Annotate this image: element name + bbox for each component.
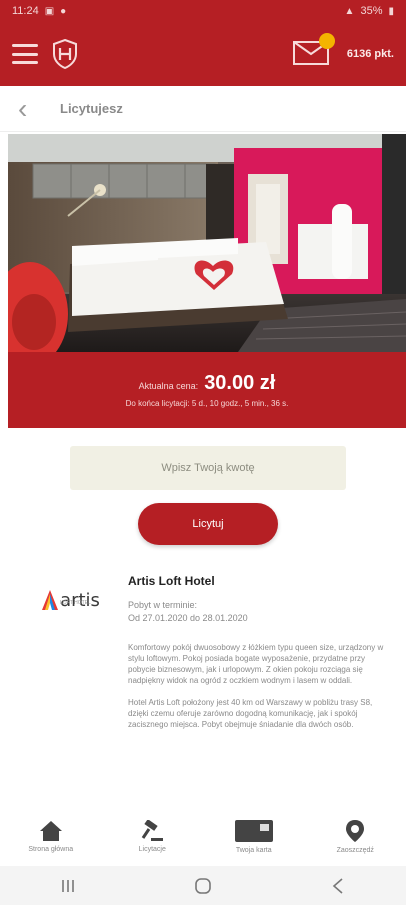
- status-bar: 11:24 ▣ ● ▲ 35% ▮: [0, 0, 406, 22]
- page-title: Licytujesz: [60, 101, 123, 116]
- auction-price-band: Aktualna cena: 30.00 zł Do końca licytac…: [8, 352, 406, 428]
- hamburger-menu-icon[interactable]: [12, 44, 38, 64]
- description-paragraph: Komfortowy pokój dwuosobowy z łóżkiem ty…: [128, 643, 384, 685]
- notification-icon: ●: [60, 5, 67, 17]
- hotel-name: Artis Loft Hotel: [128, 574, 215, 588]
- subheader: ‹ Licytujesz: [0, 86, 406, 132]
- back-chevron-icon[interactable]: ‹: [18, 94, 42, 123]
- current-price: 30.00 zł: [204, 372, 276, 394]
- messages-button[interactable]: [292, 33, 335, 67]
- bid-amount-input[interactable]: [70, 446, 346, 490]
- price-line: Aktualna cena: 30.00 zł: [139, 372, 276, 395]
- back-arrow-icon[interactable]: [308, 871, 368, 901]
- gallery-icon: ▣: [44, 5, 55, 17]
- battery-percent: 35%: [360, 5, 383, 17]
- app-bar: 6136 pkt.: [0, 22, 406, 86]
- recent-apps-icon[interactable]: [38, 871, 98, 901]
- status-right: ▲ 35% ▮: [345, 5, 394, 17]
- hotel-room-photo: [8, 134, 406, 352]
- app-logo-shield-icon: [53, 39, 77, 69]
- nav-item-save[interactable]: Zaoszczędź: [310, 819, 400, 854]
- nav-item-home[interactable]: Strona główna: [6, 820, 96, 853]
- stay-label: Pobyt w terminie:: [128, 600, 198, 610]
- battery-icon: ▮: [388, 5, 394, 17]
- nav-item-auctions[interactable]: Licytacje: [107, 819, 197, 853]
- auction-countdown: Do końca licytacji: 5 d., 10 godz., 5 mi…: [125, 399, 289, 408]
- stay-dates: Od 27.01.2020 do 28.01.2020: [128, 613, 248, 623]
- nav-label: Twoja karta: [235, 846, 272, 854]
- status-left: 11:24 ▣ ●: [12, 5, 66, 17]
- hotel-logo-mark-icon: [42, 590, 59, 610]
- nav-label: Licytacje: [138, 845, 166, 853]
- hotel-description: Komfortowy pokój dwuosobowy z łóżkiem ty…: [128, 642, 390, 741]
- nav-label: Strona główna: [28, 845, 74, 853]
- price-label: Aktualna cena:: [138, 381, 199, 391]
- description-paragraph: Hotel Artis Loft położony jest 40 km od …: [128, 698, 373, 729]
- status-time: 11:24: [12, 5, 39, 17]
- signal-icon: ▲: [344, 5, 355, 17]
- hotel-logo-subtext: LOFT HOTEL: [60, 600, 91, 606]
- card-icon: [234, 819, 273, 842]
- home-icon: [39, 820, 62, 841]
- gavel-icon: [142, 819, 164, 841]
- nav-item-card[interactable]: Twoja karta: [209, 819, 299, 854]
- nav-label: Zaoszczędź: [336, 846, 374, 854]
- bid-button[interactable]: Licytuj: [138, 503, 278, 545]
- points-balance: 6136 pkt.: [346, 48, 394, 60]
- location-pin-icon: [346, 819, 365, 842]
- system-navigation-bar: [0, 866, 406, 905]
- home-circle-icon[interactable]: [173, 871, 233, 901]
- bottom-navigation: Strona główna Licytacje Twoja karta Zaos…: [0, 808, 406, 864]
- notification-badge: [318, 33, 335, 49]
